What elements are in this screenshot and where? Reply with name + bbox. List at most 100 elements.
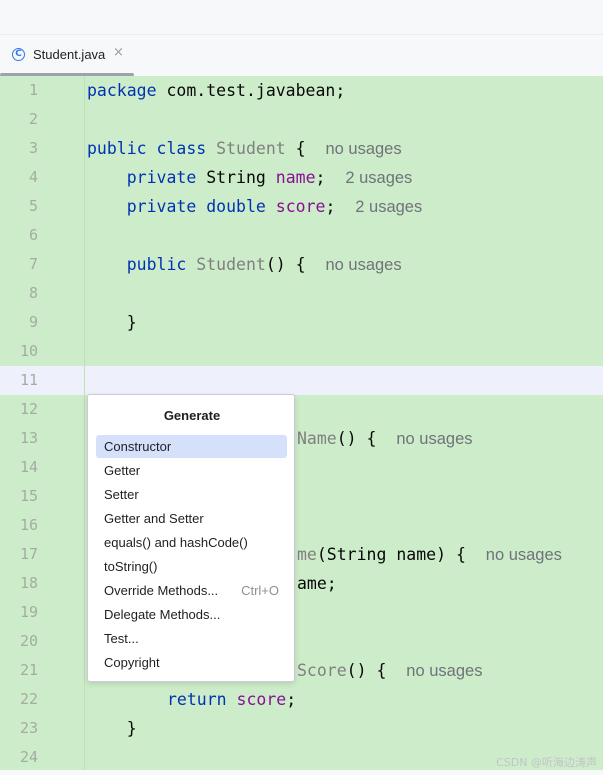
line-number: 9	[28, 313, 38, 331]
code-line-7[interactable]: public Student() { no usages	[87, 250, 402, 280]
code-line-18[interactable]: ame;	[297, 569, 337, 598]
keyword: private	[126, 197, 197, 216]
line-number: 8	[28, 284, 38, 302]
watermark: CSDN @听海边涛声	[496, 756, 597, 769]
menu-item-label: toString()	[104, 559, 158, 574]
current-line-highlight	[0, 366, 603, 395]
menu-item-label: equals() and hashCode()	[104, 535, 248, 550]
code-line-22[interactable]: return score;	[167, 685, 296, 714]
code-line-13[interactable]: Name() { no usages	[297, 424, 473, 454]
keyword: package	[87, 81, 157, 100]
line-number: 22	[19, 690, 38, 708]
title-strip	[0, 0, 603, 34]
line-number: 3	[28, 139, 38, 157]
menu-item-shortcut: Ctrl+O	[241, 583, 279, 598]
code-line-1[interactable]: package com.test.javabean;	[87, 76, 345, 105]
line-number: 20	[19, 632, 38, 650]
line-number: 14	[19, 458, 38, 476]
field-name: score	[236, 690, 287, 709]
menu-item-label: Getter and Setter	[104, 511, 204, 526]
close-icon[interactable]: ×	[113, 45, 124, 60]
menu-item-label: Test...	[104, 631, 139, 646]
code-text: ;	[315, 168, 326, 187]
usages-hint[interactable]: 2 usages	[355, 198, 422, 216]
tab-student-java[interactable]: C Student.java ×	[0, 35, 134, 77]
code-text: () {	[265, 255, 306, 274]
code-line-23[interactable]: }	[87, 714, 137, 743]
bottom-strip	[0, 770, 603, 775]
line-number: 15	[19, 487, 38, 505]
code-line-3[interactable]: public class Student { no usages	[87, 134, 402, 164]
code-text: () {	[346, 661, 387, 680]
menu-item-override-methods[interactable]: Override Methods... Ctrl+O	[96, 579, 287, 602]
line-number: 13	[19, 429, 38, 447]
line-number: 5	[28, 197, 38, 215]
code-line-17[interactable]: me(String name) { no usages	[297, 540, 562, 570]
line-number: 11	[19, 371, 38, 389]
menu-item-test[interactable]: Test...	[96, 627, 287, 650]
field-name: score	[275, 197, 326, 216]
method-name: me	[297, 545, 317, 564]
keyword: return	[167, 690, 227, 709]
keyword: double	[206, 197, 266, 216]
menu-item-label: Setter	[104, 487, 139, 502]
code-text: {	[285, 139, 306, 158]
usages-hint[interactable]: no usages	[396, 430, 472, 448]
line-number: 18	[19, 574, 38, 592]
line-number: 12	[19, 400, 38, 418]
line-number: 16	[19, 516, 38, 534]
method-name: Score	[297, 661, 347, 680]
code-text: ame;	[297, 574, 337, 593]
keyword: public	[126, 255, 187, 274]
menu-item-getter[interactable]: Getter	[96, 459, 287, 482]
line-number: 23	[19, 719, 38, 737]
keyword: public	[87, 139, 147, 158]
gutter-separator	[84, 76, 85, 770]
code-text: ;	[325, 197, 336, 216]
code-line-4[interactable]: private String name; 2 usages	[87, 163, 413, 193]
line-number: 24	[19, 748, 38, 766]
code-text: }	[126, 719, 137, 738]
keyword: class	[156, 139, 207, 158]
code-text: com.test.javabean;	[156, 81, 346, 100]
menu-item-label: Constructor	[104, 439, 172, 454]
class-icon: C	[12, 48, 25, 61]
method-name: Name	[297, 429, 337, 448]
keyword: private	[126, 168, 197, 187]
usages-hint[interactable]: no usages	[325, 140, 401, 158]
menu-item-setter[interactable]: Setter	[96, 483, 287, 506]
code-line-9[interactable]: }	[87, 308, 137, 337]
class-name: Student	[216, 139, 286, 158]
code-line-21[interactable]: Score() { no usages	[297, 656, 482, 686]
line-number: 21	[19, 661, 38, 679]
menu-item-label: Delegate Methods...	[104, 607, 221, 622]
field-name: name	[275, 168, 316, 187]
menu-item-equals-and-hashcode[interactable]: equals() and hashCode()	[96, 531, 287, 554]
menu-item-getter-and-setter[interactable]: Getter and Setter	[96, 507, 287, 530]
usages-hint[interactable]: 2 usages	[345, 169, 412, 187]
line-number: 2	[28, 110, 38, 128]
popup-title: Generate	[163, 408, 221, 423]
generate-popup: Generate Constructor Getter Setter Getter a…	[87, 394, 295, 682]
tab-label: Student.java	[33, 47, 106, 62]
menu-item-delegate-methods[interactable]: Delegate Methods...	[96, 603, 287, 626]
menu-item-label: Getter	[104, 463, 141, 478]
code-text: ;	[286, 690, 297, 709]
code-line-5[interactable]: private double score; 2 usages	[87, 192, 422, 222]
code-text: (String name) {	[316, 545, 466, 564]
usages-hint[interactable]: no usages	[406, 662, 482, 680]
usages-hint[interactable]: no usages	[486, 546, 562, 564]
code-text: }	[126, 313, 137, 332]
menu-item-copyright[interactable]: Copyright	[96, 651, 287, 674]
class-name: Student	[196, 255, 266, 274]
line-number: 17	[19, 545, 38, 563]
menu-item-tostring[interactable]: toString()	[96, 555, 287, 578]
menu-item-constructor[interactable]: Constructor	[96, 435, 287, 458]
line-number: 4	[28, 168, 38, 186]
code-text: () {	[336, 429, 377, 448]
usages-hint[interactable]: no usages	[325, 256, 401, 274]
line-number: 10	[19, 342, 38, 360]
menu-item-label: Override Methods...	[104, 583, 219, 598]
line-number: 7	[28, 255, 38, 273]
line-number: 1	[28, 81, 38, 99]
